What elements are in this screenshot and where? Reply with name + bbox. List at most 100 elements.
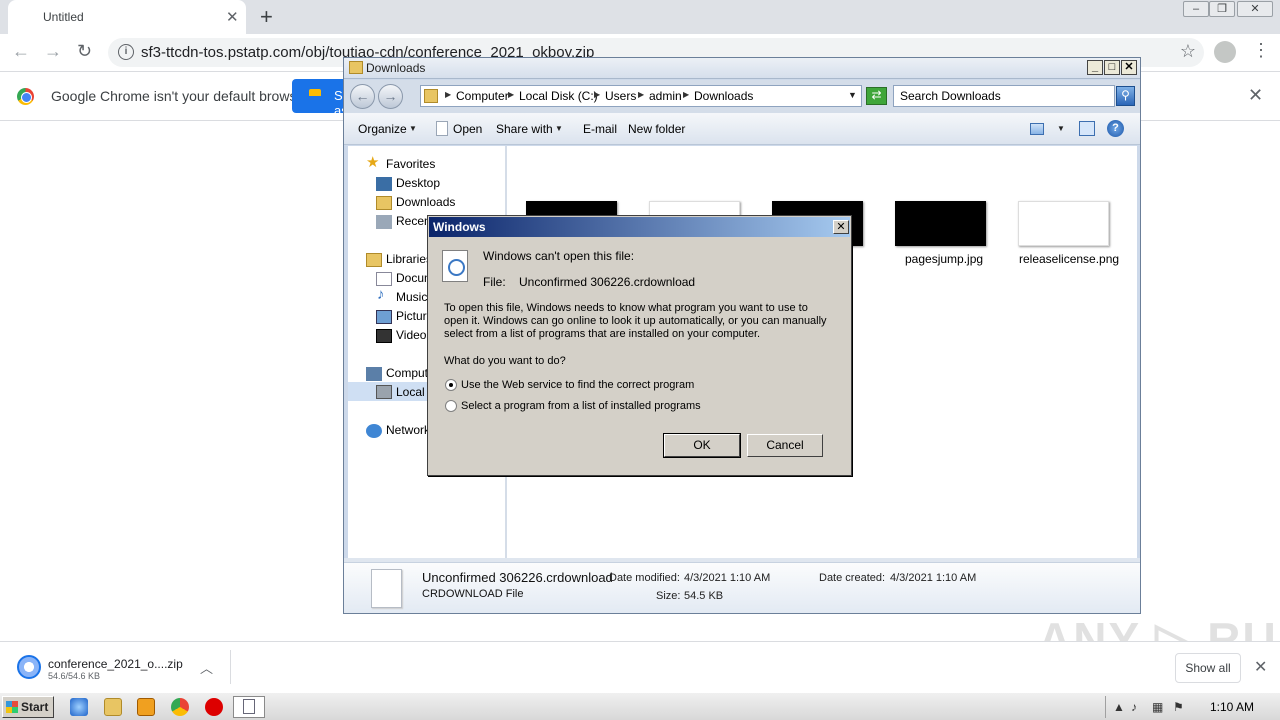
taskbar-active-window[interactable] [233,696,265,718]
ok-button[interactable]: OK [663,433,741,458]
search-icon[interactable]: ⚲ [1116,86,1135,106]
new-tab-button[interactable]: + [260,4,273,30]
chevron-up-icon[interactable]: ︿ [200,658,213,677]
cancel-button[interactable]: Cancel [747,434,823,457]
date-modified-label: Date modified: [609,572,680,584]
dialog-question: What do you want to do? [444,355,566,367]
share-with-button[interactable]: Share with [496,122,553,136]
file-thumbnail-releaselicense[interactable] [1018,201,1109,246]
show-all-button[interactable]: Show all [1175,653,1241,683]
nav-item-desktop[interactable]: Desktop [396,176,440,190]
radio-web-service[interactable] [445,379,457,391]
clock[interactable]: 1:10 AM [1210,700,1254,714]
internet-explorer-icon[interactable] [70,698,88,716]
nav-item-downloads[interactable]: Downloads [396,195,455,209]
dialog-close-icon[interactable]: ✕ [833,220,849,234]
start-button[interactable]: Start [2,696,54,718]
speaker-icon[interactable]: ♪ [1131,700,1137,714]
help-icon[interactable]: ? [1107,120,1124,137]
open-button[interactable]: Open [453,122,482,136]
opera-icon[interactable] [205,698,223,716]
search-input[interactable]: Search Downloads [893,85,1115,107]
file-name-pagesjump[interactable]: pagesjump.jpg [905,252,983,266]
dialog-titlebar[interactable]: Windows ✕ [429,217,850,237]
tray-expand-icon[interactable]: ▲ [1113,700,1125,714]
star-icon: ★ [366,154,380,171]
breadcrumb-local-disk[interactable]: Local Disk (C:) [519,89,598,103]
close-icon[interactable]: ✕ [1254,657,1267,677]
media-player-icon[interactable] [137,698,155,716]
file-icon [371,569,402,608]
infobar-close-icon[interactable]: ✕ [1248,85,1263,106]
network-tray-icon[interactable]: ▦ [1152,700,1163,714]
recent-places-icon [376,215,392,229]
refresh-icon[interactable]: ⇄ [866,87,887,105]
chevron-right-icon[interactable]: ▶ [594,90,600,99]
nav-item-network[interactable]: Network [386,423,432,437]
explorer-minimize-button[interactable]: _ [1087,60,1103,75]
breadcrumb[interactable]: ▶ Computer ▶ Local Disk (C:) ▶ Users ▶ a… [420,85,862,107]
profile-avatar-icon[interactable] [1214,41,1236,63]
explorer-back-icon[interactable]: ← [350,84,375,109]
nav-item-computer[interactable]: Computer [386,366,432,380]
option-web-service-label[interactable]: Use the Web service to find the correct … [461,379,694,391]
videos-icon [376,329,392,343]
email-button[interactable]: E-mail [583,122,617,136]
explorer-maximize-button[interactable]: □ [1104,60,1120,75]
window-close-button[interactable]: ✕ [1237,1,1273,17]
explorer-titlebar[interactable]: Downloads _ □ ✕ [344,58,1140,79]
breadcrumb-users[interactable]: Users [605,89,636,103]
chevron-right-icon[interactable]: ▶ [683,90,689,99]
site-info-icon[interactable]: i [118,44,134,60]
dialog-title: Windows [433,220,486,234]
explorer-icon[interactable] [104,698,122,716]
radio-installed-programs[interactable] [445,400,457,412]
chevron-right-icon[interactable]: ▶ [445,90,451,99]
dialog-description-line: select from a list of programs that are … [444,328,761,340]
minimize-button[interactable]: ‒ [1183,1,1209,17]
change-view-icon[interactable] [1030,123,1044,135]
chrome-menu-icon[interactable]: ⋮ [1252,40,1270,61]
chevron-down-icon[interactable]: ▼ [848,90,857,100]
start-label: Start [21,700,49,714]
reload-icon[interactable]: ↻ [77,41,92,62]
system-tray: ▲ ♪ ▦ ⚑ 1:10 AM [1105,696,1278,718]
file-name-releaselicense[interactable]: releaselicense.png [1019,252,1119,266]
action-center-flag-icon[interactable]: ⚑ [1173,700,1184,714]
preview-pane-icon[interactable] [1079,121,1095,136]
chevron-down-icon[interactable]: ▼ [409,124,417,133]
explorer-close-button[interactable]: ✕ [1121,60,1137,75]
bookmark-star-icon[interactable]: ☆ [1180,41,1196,62]
chrome-icon[interactable] [171,698,189,716]
forward-arrow-icon[interactable]: → [44,41,62,62]
nav-item-favorites[interactable]: Favorites [386,157,435,171]
file-thumbnail-pagesjump[interactable] [895,201,986,246]
breadcrumb-computer[interactable]: Computer [456,89,509,103]
nav-item-music[interactable]: Music [396,290,427,304]
download-file-name[interactable]: conference_2021_o....zip [48,657,183,671]
music-icon: ♪ [377,286,385,303]
details-file-name: Unconfirmed 306226.crdownload [422,570,613,585]
libraries-icon [366,253,382,267]
back-arrow-icon[interactable]: ← [12,41,30,62]
details-pane: Unconfirmed 306226.crdownload CRDOWNLOAD… [344,562,1140,613]
nav-item-libraries[interactable]: Libraries [386,252,432,266]
drive-icon [376,385,392,399]
restore-button[interactable]: ❐ [1209,1,1235,17]
chevron-down-icon[interactable]: ▼ [555,124,563,133]
explorer-forward-icon[interactable]: → [378,84,403,109]
breadcrumb-admin[interactable]: admin [649,89,682,103]
uac-shield-icon [309,89,321,103]
new-folder-button[interactable]: New folder [628,122,685,136]
chevron-right-icon[interactable]: ▶ [508,90,514,99]
tab-close-icon[interactable]: ✕ [226,8,239,26]
breadcrumb-downloads[interactable]: Downloads [694,89,753,103]
computer-icon [366,367,382,381]
date-created-label: Date created: [819,572,886,584]
chevron-right-icon[interactable]: ▶ [638,90,644,99]
browser-tab[interactable]: Untitled ✕ [8,0,246,34]
option-installed-programs-label[interactable]: Select a program from a list of installe… [461,400,701,412]
dialog-description-line: open it. Windows can go online to look i… [444,315,827,327]
organize-button[interactable]: Organize [358,122,407,136]
chevron-down-icon[interactable]: ▼ [1057,124,1065,133]
